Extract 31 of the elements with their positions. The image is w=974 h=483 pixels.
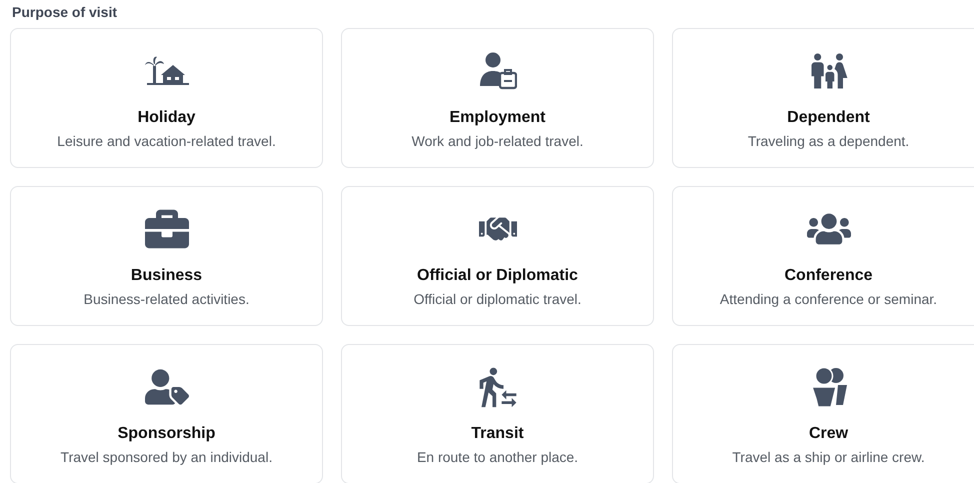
option-description: Attending a conference or seminar. (720, 290, 938, 308)
option-card[interactable]: Conference Attending a conference or seminar. (672, 186, 974, 326)
option-description: Traveling as a dependent. (748, 132, 910, 150)
option-title: Crew (808, 424, 848, 444)
section-heading: Purpose of visit (12, 4, 118, 22)
option-card[interactable]: Business Business-related activities. (10, 186, 323, 326)
option-card[interactable]: Dependent Traveling as a dependent. (672, 28, 974, 168)
person-briefcase-icon (478, 52, 516, 90)
option-title: Employment (449, 108, 546, 128)
option-title: Business (130, 266, 202, 286)
option-card[interactable]: Sponsorship Travel sponsored by an individual. (10, 344, 323, 483)
briefcase-icon (144, 207, 188, 251)
option-title: Sponsorship (118, 424, 216, 444)
option-title: Conference (784, 266, 873, 286)
option-description: Leisure and vacation-related travel. (57, 132, 276, 150)
option-card[interactable]: Crew Travel as a ship or airline crew. (672, 344, 974, 483)
option-description: Travel sponsored by an individual. (60, 448, 272, 466)
option-description: Travel as a ship or airline crew. (732, 448, 925, 466)
option-title: Transit (471, 424, 524, 444)
option-description: En route to another place. (416, 448, 578, 466)
option-title: Official or Diplomatic (417, 266, 578, 286)
option-description: Business-related activities. (84, 290, 250, 308)
option-description: Official or diplomatic travel. (414, 290, 582, 308)
option-card[interactable]: Transit En route to another place. (341, 344, 654, 483)
palm-tree-house-icon (144, 56, 188, 86)
option-title: Dependent (787, 108, 870, 128)
option-title: Holiday (138, 108, 196, 128)
option-card[interactable]: Holiday Leisure and vacation-related travel. (10, 28, 323, 168)
option-description: Work and job-related travel. (412, 132, 584, 150)
option-card[interactable]: Employment Work and job-related travel. (341, 28, 654, 168)
option-card[interactable]: Official or Diplomatic Official or diplomatic travel. (341, 186, 654, 326)
